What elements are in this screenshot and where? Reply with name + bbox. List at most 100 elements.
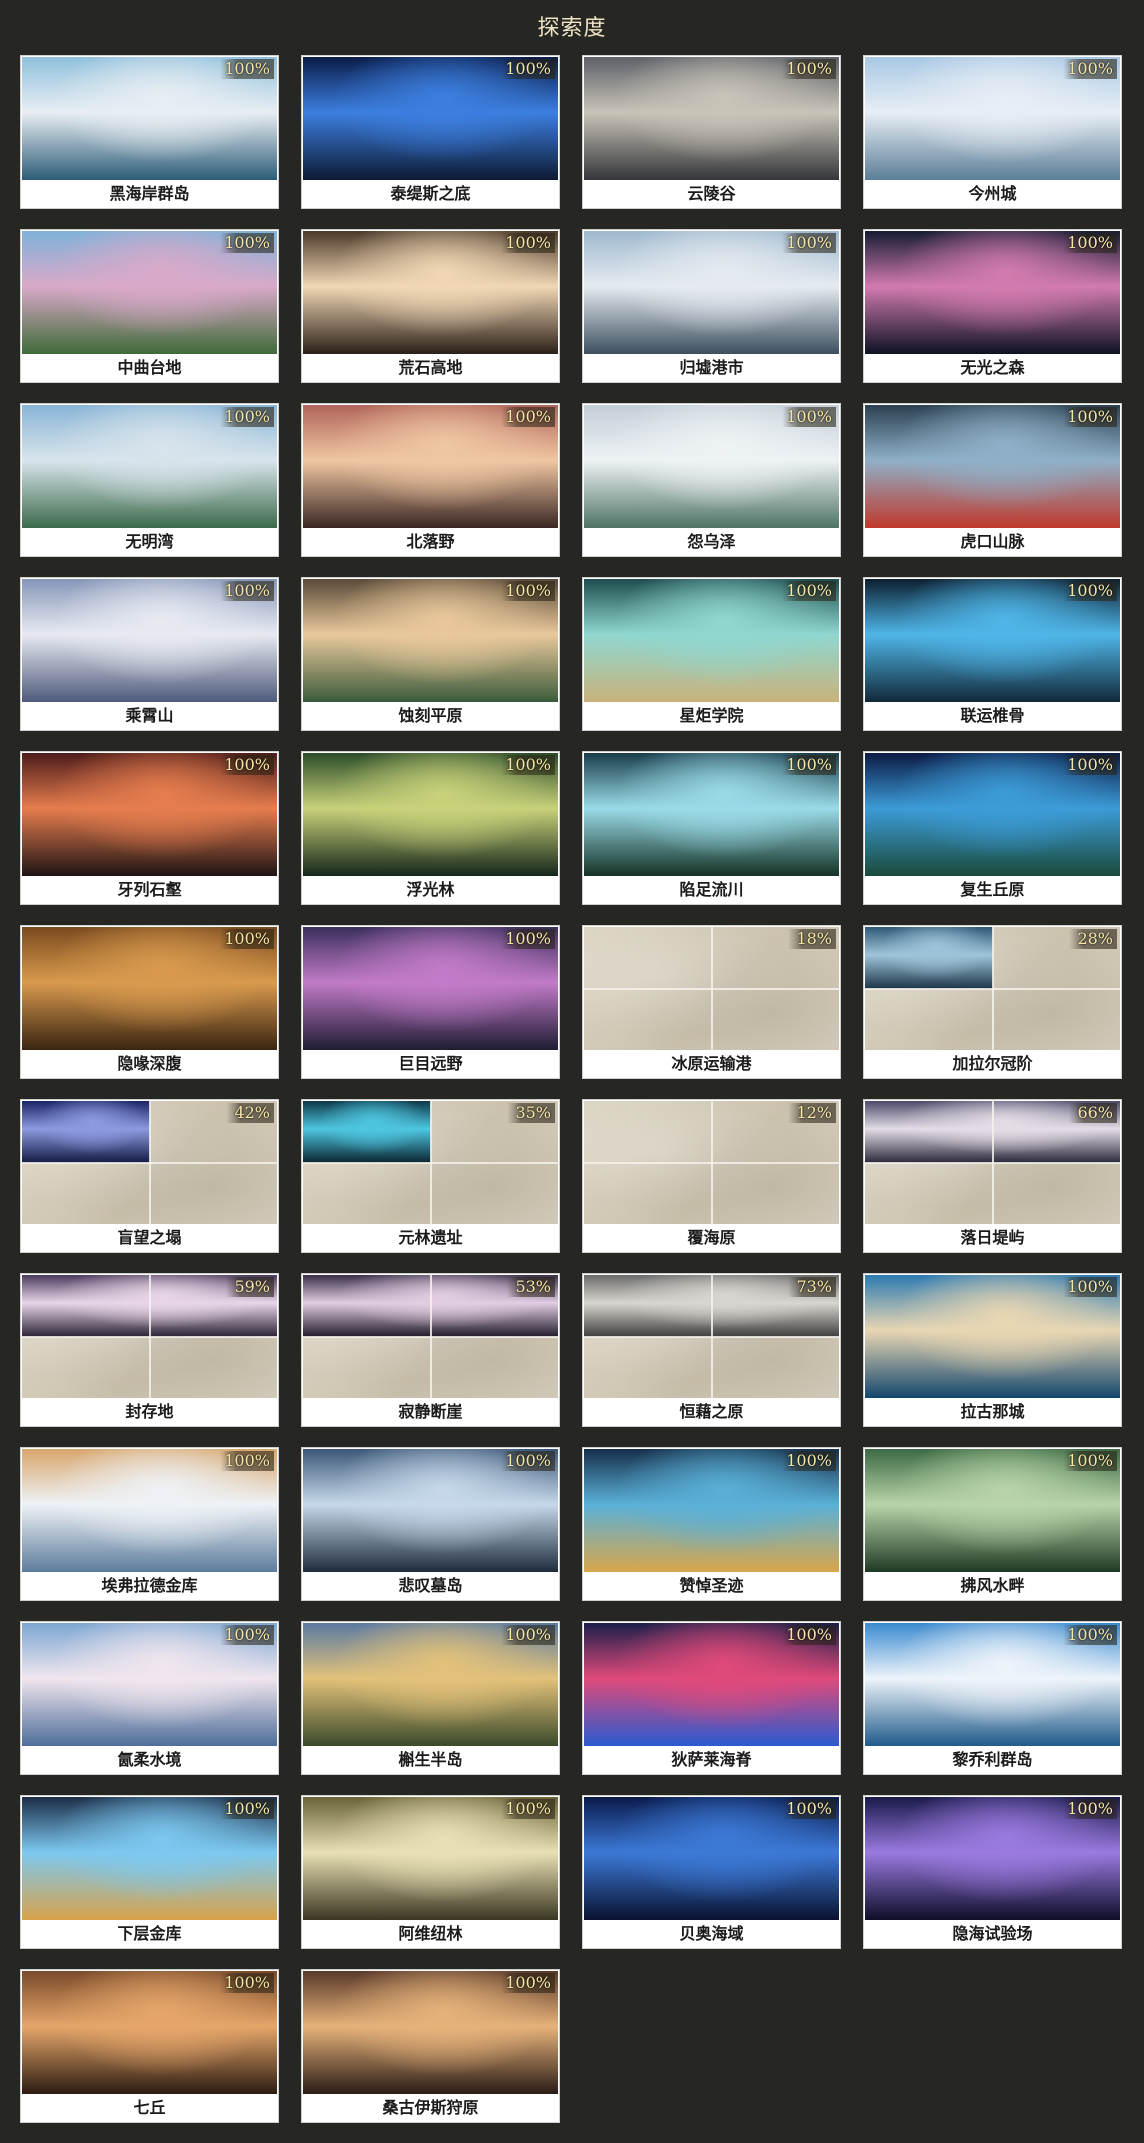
- region-thumbnail: 100%: [584, 231, 839, 354]
- region-thumbnail: 100%: [22, 1623, 277, 1746]
- exploration-percent: 42%: [226, 1103, 274, 1123]
- region-card[interactable]: 35% 元林遗址: [301, 1099, 560, 1253]
- region-name: 槲生半岛: [302, 1746, 559, 1774]
- region-name: 牙列石壑: [21, 876, 278, 904]
- region-card[interactable]: 100% 氤柔水境: [20, 1621, 279, 1775]
- region-card[interactable]: 100% 浮光林: [301, 751, 560, 905]
- exploration-percent: 100%: [782, 1451, 836, 1471]
- region-thumbnail: 12%: [584, 1101, 839, 1224]
- region-card[interactable]: 100% 蚀刻平原: [301, 577, 560, 731]
- region-card[interactable]: 100% 复生丘原: [863, 751, 1122, 905]
- region-thumbnail: 100%: [22, 1449, 277, 1572]
- region-name: 拂风水畔: [864, 1572, 1121, 1600]
- region-thumbnail: 100%: [22, 1797, 277, 1920]
- exploration-percent: 12%: [788, 1103, 836, 1123]
- region-thumbnail: 100%: [584, 1797, 839, 1920]
- region-card[interactable]: 66% 落日堤屿: [863, 1099, 1122, 1253]
- region-thumbnail: 100%: [303, 231, 558, 354]
- region-card[interactable]: 100% 黎乔利群岛: [863, 1621, 1122, 1775]
- region-card[interactable]: 73% 恒藉之原: [582, 1273, 841, 1427]
- region-card[interactable]: 100% 槲生半岛: [301, 1621, 560, 1775]
- region-card[interactable]: 100% 牙列石壑: [20, 751, 279, 905]
- region-card[interactable]: 100% 巨目远野: [301, 925, 560, 1079]
- region-card[interactable]: 18% 冰原运输港: [582, 925, 841, 1079]
- region-card[interactable]: 100% 隐海试验场: [863, 1795, 1122, 1949]
- region-card[interactable]: 100% 无明湾: [20, 403, 279, 557]
- region-card[interactable]: 100% 狄萨莱海脊: [582, 1621, 841, 1775]
- region-card[interactable]: 100% 拂风水畔: [863, 1447, 1122, 1601]
- region-thumbnail: 100%: [22, 753, 277, 876]
- region-name: 黎乔利群岛: [864, 1746, 1121, 1774]
- region-name: 七丘: [21, 2094, 278, 2122]
- exploration-percent: 100%: [501, 1625, 555, 1645]
- region-thumbnail: 100%: [584, 57, 839, 180]
- region-name: 落日堤屿: [864, 1224, 1121, 1252]
- region-name: 黑海岸群岛: [21, 180, 278, 208]
- region-name: 浮光林: [302, 876, 559, 904]
- region-name: 虎口山脉: [864, 528, 1121, 556]
- region-card[interactable]: 100% 悲叹墓岛: [301, 1447, 560, 1601]
- region-card[interactable]: 100% 陷足流川: [582, 751, 841, 905]
- region-card[interactable]: 100% 拉古那城: [863, 1273, 1122, 1427]
- region-card[interactable]: 100% 北落野: [301, 403, 560, 557]
- region-card[interactable]: 100% 乘霄山: [20, 577, 279, 731]
- region-card[interactable]: 100% 今州城: [863, 55, 1122, 209]
- region-name: 蚀刻平原: [302, 702, 559, 730]
- region-thumbnail: 100%: [303, 1797, 558, 1920]
- region-name: 归墟港市: [583, 354, 840, 382]
- region-name: 悲叹墓岛: [302, 1572, 559, 1600]
- region-card[interactable]: 100% 星炬学院: [582, 577, 841, 731]
- region-name: 贝奥海域: [583, 1920, 840, 1948]
- region-card[interactable]: 100% 赞悼圣迹: [582, 1447, 841, 1601]
- region-card[interactable]: 100% 云陵谷: [582, 55, 841, 209]
- region-card[interactable]: 12% 覆海原: [582, 1099, 841, 1253]
- revealed-artwork: [865, 927, 993, 989]
- region-card[interactable]: 59% 封存地: [20, 1273, 279, 1427]
- region-card[interactable]: 100% 贝奥海域: [582, 1795, 841, 1949]
- exploration-percent: 100%: [782, 407, 836, 427]
- region-name: 北落野: [302, 528, 559, 556]
- region-thumbnail: 100%: [22, 231, 277, 354]
- region-card[interactable]: 100% 黑海岸群岛: [20, 55, 279, 209]
- region-name: 拉古那城: [864, 1398, 1121, 1426]
- region-name: 泰缇斯之底: [302, 180, 559, 208]
- region-card[interactable]: 42% 盲望之塌: [20, 1099, 279, 1253]
- tile-divider: [22, 1161, 277, 1164]
- exploration-percent: 100%: [220, 1625, 274, 1645]
- region-thumbnail: 35%: [303, 1101, 558, 1224]
- region-card[interactable]: 28% 加拉尔冠阶: [863, 925, 1122, 1079]
- exploration-percent: 100%: [501, 929, 555, 949]
- region-card[interactable]: 100% 桑古伊斯狩原: [301, 1969, 560, 2123]
- region-card[interactable]: 100% 虎口山脉: [863, 403, 1122, 557]
- region-card[interactable]: 100% 七丘: [20, 1969, 279, 2123]
- region-thumbnail: 100%: [22, 57, 277, 180]
- region-name: 巨目远野: [302, 1050, 559, 1078]
- region-card[interactable]: 100% 隐喙深腹: [20, 925, 279, 1079]
- region-card[interactable]: 100% 泰缇斯之底: [301, 55, 560, 209]
- exploration-percent: 100%: [1063, 1277, 1117, 1297]
- region-card[interactable]: 100% 中曲台地: [20, 229, 279, 383]
- region-name: 埃弗拉德金库: [21, 1572, 278, 1600]
- region-thumbnail: 100%: [865, 1275, 1120, 1398]
- region-thumbnail: 100%: [22, 1971, 277, 2094]
- tile-divider: [303, 1161, 558, 1164]
- region-card[interactable]: 100% 归墟港市: [582, 229, 841, 383]
- region-thumbnail: 100%: [584, 579, 839, 702]
- exploration-percent: 100%: [501, 59, 555, 79]
- region-card[interactable]: 100% 怨乌泽: [582, 403, 841, 557]
- exploration-percent: 100%: [501, 1973, 555, 1993]
- exploration-percent: 100%: [782, 1799, 836, 1819]
- region-card[interactable]: 100% 埃弗拉德金库: [20, 1447, 279, 1601]
- region-name: 无光之森: [864, 354, 1121, 382]
- exploration-percent: 100%: [501, 233, 555, 253]
- region-card[interactable]: 100% 荒石高地: [301, 229, 560, 383]
- region-card[interactable]: 100% 下层金库: [20, 1795, 279, 1949]
- region-card[interactable]: 100% 联运椎骨: [863, 577, 1122, 731]
- region-name: 星炬学院: [583, 702, 840, 730]
- exploration-percent: 100%: [782, 233, 836, 253]
- region-card[interactable]: 100% 无光之森: [863, 229, 1122, 383]
- region-card[interactable]: 100% 阿维纽林: [301, 1795, 560, 1949]
- exploration-percent: 100%: [1063, 59, 1117, 79]
- region-thumbnail: 42%: [22, 1101, 277, 1224]
- region-card[interactable]: 53% 寂静断崖: [301, 1273, 560, 1427]
